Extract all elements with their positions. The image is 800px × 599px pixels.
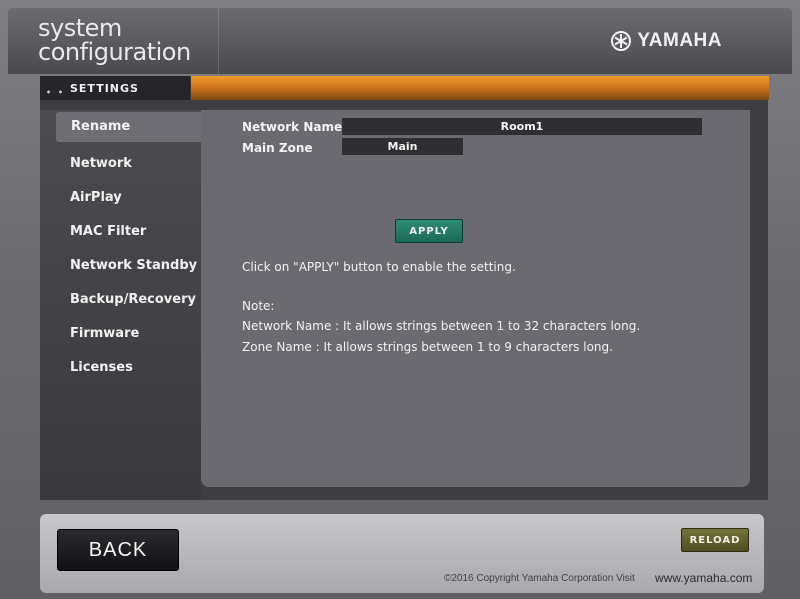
reload-button[interactable]: RELOAD: [681, 528, 749, 552]
sidebar-item-airplay[interactable]: AirPlay: [40, 183, 201, 213]
accent-strip: [190, 76, 769, 100]
settings-tab-label: SETTINGS: [70, 82, 139, 95]
sidebar-item-network-standby[interactable]: Network Standby: [40, 251, 201, 281]
copyright-text: ©2016 Copyright Yamaha Corporation Visit: [444, 573, 635, 584]
sidebar-item-mac-filter[interactable]: MAC Filter: [40, 217, 201, 247]
instruction-text: Click on "APPLY" button to enable the se…: [242, 260, 516, 274]
note-zone-name: Zone Name : It allows strings between 1 …: [242, 340, 613, 354]
settings-tab: • • SETTINGS: [40, 76, 190, 100]
main-zone-label: Main Zone: [242, 141, 313, 155]
sidebar-item-backup-recovery[interactable]: Backup/Recovery: [40, 285, 201, 315]
dots-icon: • •: [46, 88, 66, 97]
note-title: Note:: [242, 299, 275, 313]
note-network-name: Network Name : It allows strings between…: [242, 319, 641, 333]
footer: BACK RELOAD ©2016 Copyright Yamaha Corpo…: [40, 514, 764, 593]
main-zone-input[interactable]: [342, 138, 463, 155]
sidebar-item-rename[interactable]: Rename: [56, 112, 201, 142]
sidebar-item-licenses[interactable]: Licenses: [40, 353, 201, 383]
sidebar-item-firmware[interactable]: Firmware: [40, 319, 201, 349]
content-panel: Network Name Main Zone APPLY Click on "A…: [201, 110, 750, 487]
header-divider: [218, 8, 219, 74]
sidebar: Rename Network AirPlay MAC Filter Networ…: [40, 110, 201, 500]
app-title-line1: system: [38, 14, 122, 42]
settings-bar: • • SETTINGS: [40, 76, 769, 100]
header: system configuration YAMAHA: [8, 8, 792, 74]
yamaha-site-link[interactable]: www.yamaha.com: [655, 571, 752, 585]
tuning-fork-logo-icon: [611, 31, 632, 51]
apply-button[interactable]: APPLY: [395, 219, 463, 243]
sidebar-item-network[interactable]: Network: [40, 149, 201, 179]
network-name-input[interactable]: [342, 118, 702, 135]
main-frame: • • SETTINGS Rename Network AirPlay MAC …: [40, 76, 769, 500]
app-title-line2: configuration: [38, 38, 191, 66]
app-title: system configuration: [38, 16, 191, 64]
brand-logo: YAMAHA: [611, 30, 722, 52]
network-name-label: Network Name: [242, 120, 343, 134]
back-button[interactable]: BACK: [57, 529, 179, 571]
brand-name: YAMAHA: [637, 30, 722, 51]
